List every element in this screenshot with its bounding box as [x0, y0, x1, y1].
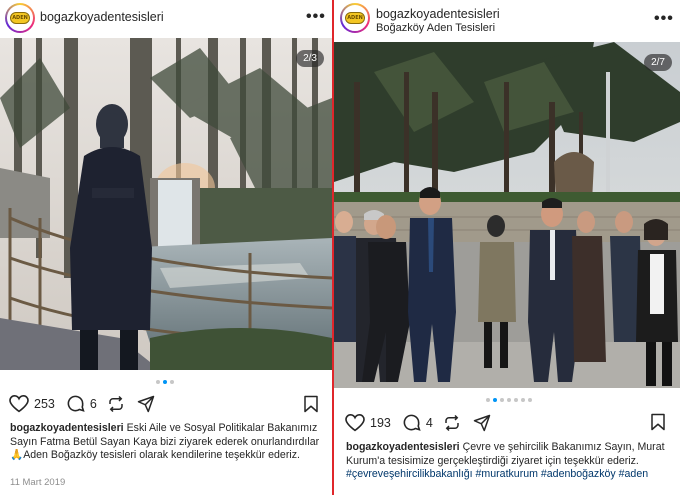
share-icon — [109, 395, 123, 412]
share-button[interactable] — [107, 395, 125, 413]
carousel-dot — [156, 380, 160, 384]
send-button[interactable] — [137, 395, 155, 413]
username[interactable]: bogazkoyadentesisleri — [40, 10, 164, 24]
comment-button[interactable]: 6 — [66, 394, 97, 413]
caption-hashtags[interactable]: #çevreveşehircilikbakanlığı #muratkurum … — [346, 468, 648, 480]
share-icon — [445, 414, 459, 431]
like-count: 193 — [370, 415, 391, 430]
avatar-logo: ADEN — [10, 12, 30, 24]
carousel-dot — [170, 380, 174, 384]
photo-woman-by-waterfall — [0, 38, 332, 370]
caption-username[interactable]: bogazkoyadentesisleri — [346, 441, 460, 453]
send-button[interactable] — [473, 414, 491, 432]
like-button[interactable]: 193 — [345, 413, 391, 432]
post-photo[interactable]: 2/7 — [334, 42, 680, 388]
carousel-dot — [500, 398, 504, 402]
left-post: ADEN bogazkoyadentesisleri ••• 2/3 253 6… — [0, 0, 332, 495]
carousel-dot — [486, 398, 490, 402]
bookmark-icon — [651, 413, 665, 431]
carousel-dots — [156, 380, 174, 384]
post-date: 11 Mart 2019 — [10, 477, 66, 488]
avatar[interactable]: ADEN — [340, 3, 370, 33]
post-caption: bogazkoyadentesisleri Çevre ve şehircili… — [346, 441, 676, 482]
location[interactable]: Boğazköy Aden Tesisleri — [376, 22, 495, 34]
comment-icon — [403, 414, 421, 431]
action-bar: 253 6 — [9, 394, 155, 413]
avatar[interactable]: ADEN — [5, 3, 35, 33]
bookmark-button[interactable] — [650, 413, 666, 436]
action-bar: 193 4 — [345, 413, 491, 432]
more-icon[interactable]: ••• — [306, 8, 326, 26]
heart-icon — [9, 394, 29, 412]
post-header: ADEN bogazkoyadentesisleri Boğazköy Aden… — [334, 0, 680, 42]
post-caption: bogazkoyadentesisleri Eski Aile ve Sosya… — [10, 422, 328, 463]
comment-icon — [67, 395, 85, 412]
more-icon[interactable]: ••• — [654, 10, 674, 28]
like-count: 253 — [34, 396, 55, 411]
slide-counter: 2/7 — [644, 54, 672, 71]
like-button[interactable]: 253 — [9, 394, 55, 413]
comment-button[interactable]: 4 — [402, 413, 433, 432]
username[interactable]: bogazkoyadentesisleri — [376, 7, 500, 21]
post-photo[interactable]: 2/3 — [0, 38, 332, 370]
share-button[interactable] — [443, 414, 461, 432]
carousel-dots — [486, 398, 532, 402]
carousel-dot — [507, 398, 511, 402]
photo-officials-walking — [334, 42, 680, 388]
carousel-dot-active — [163, 380, 167, 384]
send-icon — [473, 414, 491, 431]
carousel-dot-active — [493, 398, 497, 402]
send-icon — [137, 395, 155, 412]
comment-count: 6 — [89, 396, 97, 411]
carousel-dot — [514, 398, 518, 402]
slide-counter: 2/3 — [296, 50, 324, 67]
avatar-logo: ADEN — [345, 12, 365, 24]
heart-icon — [345, 413, 365, 431]
post-header: ADEN bogazkoyadentesisleri ••• — [0, 0, 332, 38]
bookmark-icon — [304, 395, 318, 413]
carousel-dot — [521, 398, 525, 402]
right-post: ADEN bogazkoyadentesisleri Boğazköy Aden… — [334, 0, 680, 495]
bookmark-button[interactable] — [303, 395, 319, 418]
carousel-dot — [528, 398, 532, 402]
comment-count: 4 — [425, 415, 433, 430]
caption-username[interactable]: bogazkoyadentesisleri — [10, 422, 124, 434]
